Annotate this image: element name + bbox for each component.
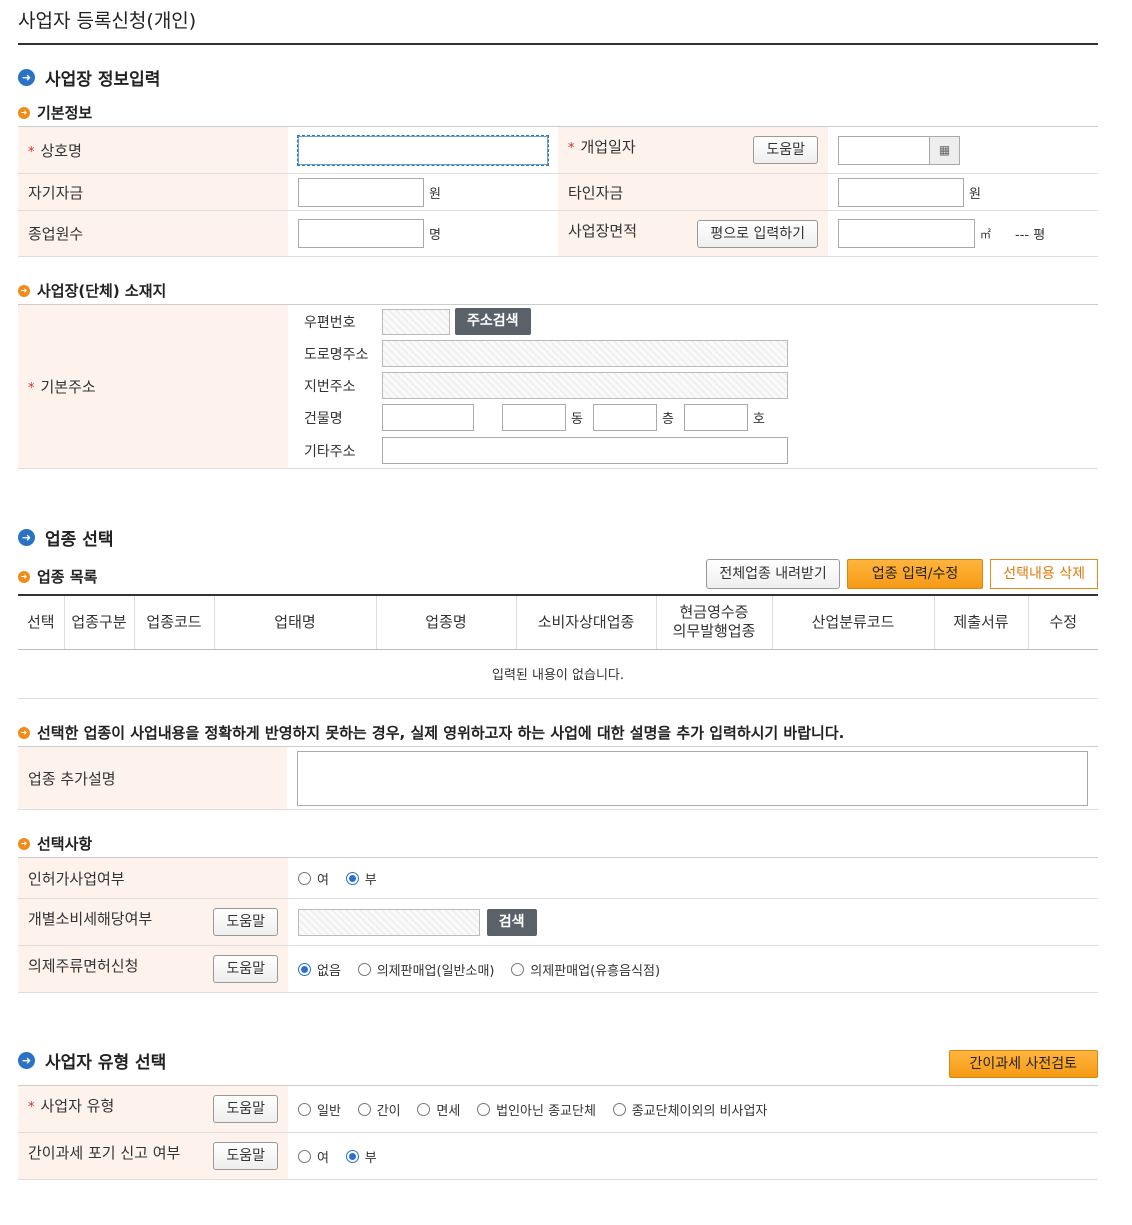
waiver-no-radio[interactable] <box>345 1149 359 1163</box>
open-date-help-button[interactable]: 도움말 <box>753 136 818 164</box>
excise-input <box>298 908 480 936</box>
license-label: 인허가사업여부 <box>18 857 288 899</box>
trade-name-input[interactable] <box>297 134 549 166</box>
open-date-input[interactable] <box>838 135 930 165</box>
type-exempt-radio[interactable] <box>417 1102 431 1116</box>
zip-input <box>382 308 450 335</box>
etc-address-label: 기타주소 <box>304 443 356 460</box>
section-business-info: ➜ 사업장 정보입력 <box>18 65 160 90</box>
arrow-circle-small-icon: ➜ <box>18 106 30 119</box>
liquor-retail-radio[interactable] <box>357 962 371 976</box>
download-all-industries-button[interactable]: 전체업종 내려받기 <box>706 559 840 589</box>
lot-address-input <box>382 372 788 399</box>
edit-industry-button[interactable]: 업종 입력/수정 <box>846 559 984 589</box>
col-classification: 산업분류코드 <box>772 594 935 650</box>
waiver-label: 간이과세 포기 신고 여부 <box>28 1144 181 1162</box>
industry-table-header: 선택 업종구분 업종코드 업태명 업종명 소비자상대업종 현금영수증 의무발행업… <box>18 594 1098 650</box>
calendar-icon[interactable]: ▦ <box>930 135 960 165</box>
address-table: * 기본주소 우편번호 주소검색 도로명주소 지번주소 건물명 동 층 호 기타… <box>18 304 1098 469</box>
col-industry-name: 업종명 <box>376 594 517 650</box>
section-business-type: ➜ 사업자 유형 선택 <box>18 1048 166 1073</box>
arrow-circle-icon: ➜ <box>18 1052 35 1069</box>
industry-toolbar: 전체업종 내려받기 업종 입력/수정 선택내용 삭제 <box>706 559 1098 589</box>
own-capital-label: 자기자금 <box>18 173 288 211</box>
address-search-button[interactable]: 주소검색 <box>455 308 531 335</box>
waiver-help-button[interactable]: 도움말 <box>213 1142 278 1170</box>
arrow-circle-small-icon: ➜ <box>18 570 30 583</box>
etc-address-input[interactable] <box>382 437 788 464</box>
trade-name-label: * 상호명 <box>18 126 288 174</box>
business-type-table: * 사업자 유형 도움말 일반 간이 면세 법인아닌 종교단체 종교단체이외의 비… <box>18 1085 1098 1180</box>
floor-input[interactable] <box>592 404 657 431</box>
title-divider <box>18 43 1098 45</box>
col-code: 업종코드 <box>134 594 215 650</box>
col-cash-receipt: 현금영수증 의무발행업종 <box>656 594 773 650</box>
road-address-input <box>382 340 788 367</box>
col-documents: 제출서류 <box>934 594 1029 650</box>
arrow-circle-icon: ➜ <box>18 69 35 86</box>
industry-table: 선택 업종구분 업종코드 업태명 업종명 소비자상대업종 현금영수증 의무발행업… <box>18 594 1098 699</box>
employees-input[interactable] <box>298 219 424 248</box>
other-capital-input[interactable] <box>838 177 964 207</box>
arrow-circle-icon: ➜ <box>18 529 35 546</box>
type-general-radio[interactable] <box>298 1102 311 1116</box>
arrow-circle-small-icon: ➜ <box>18 837 30 850</box>
liquor-none-radio[interactable] <box>298 962 311 976</box>
industry-note: ➜ 선택한 업종이 사업내용을 정확하게 반영하지 못하는 경우, 실제 영위하… <box>18 722 844 743</box>
subsection-options: ➜ 선택사항 <box>18 833 92 854</box>
subsection-industry-list: ➜ 업종 목록 <box>18 566 97 587</box>
waiver-yes-radio[interactable] <box>298 1149 311 1163</box>
area-input[interactable] <box>838 219 975 248</box>
other-capital-label: 타인자금 <box>558 173 828 211</box>
building-input[interactable] <box>382 404 474 431</box>
pyeong-value: --- 평 <box>1015 228 1046 243</box>
col-category: 업종구분 <box>64 594 135 650</box>
excise-search-button[interactable]: 검색 <box>486 908 537 936</box>
col-select: 선택 <box>18 594 65 650</box>
dong-input[interactable] <box>502 404 566 431</box>
excise-help-button[interactable]: 도움말 <box>213 908 278 936</box>
liquor-label: 의제주류면허신청 <box>28 957 139 975</box>
employees-label: 종업원수 <box>18 210 288 257</box>
arrow-circle-small-icon: ➜ <box>18 726 30 739</box>
road-address-label: 도로명주소 <box>304 346 369 363</box>
type-nonbiz-radio[interactable] <box>612 1102 626 1116</box>
arrow-circle-small-icon: ➜ <box>18 284 30 297</box>
building-label: 건물명 <box>304 410 343 427</box>
area-label: 사업장면적 <box>568 221 638 240</box>
options-table: 인허가사업여부 여 부 개별소비세해당여부 도움말 검색 의제주류면허신청 도움… <box>18 857 1098 993</box>
open-date-label: 개업일자 <box>580 138 636 156</box>
business-type-help-button[interactable]: 도움말 <box>213 1095 278 1123</box>
own-capital-input[interactable] <box>298 177 424 207</box>
subsection-address: ➜ 사업장(단체) 소재지 <box>18 280 166 301</box>
col-consumer: 소비자상대업종 <box>516 594 657 650</box>
section-industry: ➜ 업종 선택 <box>18 525 113 550</box>
industry-extra-table: 업종 추가설명 <box>18 746 1098 810</box>
industry-extra-label: 업종 추가설명 <box>18 746 287 810</box>
pyeong-input-button[interactable]: 평으로 입력하기 <box>697 219 818 248</box>
type-simplified-radio[interactable] <box>357 1102 371 1116</box>
license-no-radio[interactable] <box>345 871 359 885</box>
liquor-help-button[interactable]: 도움말 <box>213 955 278 983</box>
subsection-basic-info: ➜ 기본정보 <box>18 102 92 123</box>
zip-label: 우편번호 <box>304 314 356 331</box>
license-yes-radio[interactable] <box>298 871 311 885</box>
lot-address-label: 지번주소 <box>304 378 356 395</box>
ho-input[interactable] <box>683 404 748 431</box>
simplified-precheck-button[interactable]: 간이과세 사전검토 <box>948 1050 1098 1078</box>
base-address-label: * 기본주소 <box>18 304 288 469</box>
delete-selection-button[interactable]: 선택내용 삭제 <box>990 559 1098 589</box>
liquor-entertain-radio[interactable] <box>511 962 525 976</box>
basic-info-table: * 상호명 * 개업일자 도움말 ▦ 자기자금 원 타인자금 원 종업원수 명 사업… <box>18 126 1098 257</box>
col-business-type: 업태명 <box>214 594 377 650</box>
industry-extra-textarea[interactable] <box>297 750 1088 806</box>
empty-message: 입력된 내용이 없습니다. <box>18 649 1098 699</box>
page-title: 사업자 등록신청(개인) <box>18 10 197 32</box>
excise-label: 개별소비세해당여부 <box>28 910 153 928</box>
type-religious-radio[interactable] <box>477 1102 491 1116</box>
col-edit: 수정 <box>1028 594 1098 650</box>
business-type-label: 사업자 유형 <box>40 1097 115 1115</box>
